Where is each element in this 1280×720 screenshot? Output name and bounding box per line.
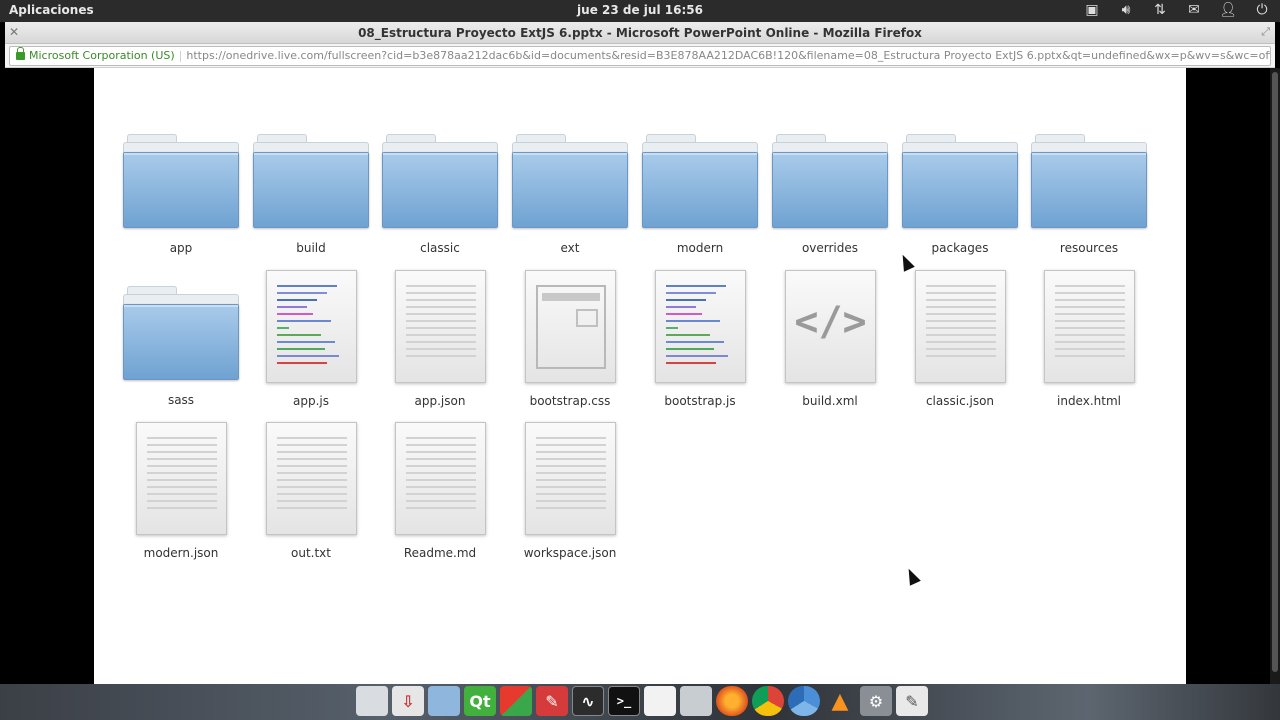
item-label: resources [1059, 241, 1119, 255]
file-readme-md[interactable]: Readme.md [375, 420, 505, 570]
system-top-panel: Aplicaciones jue 23 de jul 16:56 ▣ 🔊︎ ⇅ … [0, 0, 1280, 22]
presentation-slide: app build classic ext modern overrides p… [94, 68, 1186, 684]
folder-app[interactable]: app [116, 134, 246, 284]
code-file-icon [655, 270, 746, 383]
folder-icon [902, 134, 1018, 230]
code-file-icon [266, 270, 357, 383]
window-titlebar: ✕ 08_Estructura Proyecto ExtJS 6.pptx - … [5, 22, 1275, 44]
window-icon[interactable]: ▣ [1082, 2, 1102, 19]
folder-overrides[interactable]: overrides [765, 134, 895, 284]
lock-icon[interactable] [16, 47, 25, 60]
file-bootstrap-js[interactable]: bootstrap.js [635, 268, 765, 418]
chrome-icon[interactable] [752, 686, 784, 716]
site-identity[interactable]: Microsoft Corporation (US) [29, 49, 175, 62]
item-label: packages [931, 241, 989, 255]
folder-modern[interactable]: modern [635, 134, 765, 284]
qt-icon[interactable]: Qt [464, 686, 496, 716]
url-separator: | [178, 49, 183, 62]
file-workspace-json[interactable]: workspace.json [505, 420, 635, 570]
text-file-icon [136, 422, 227, 535]
window-title: 08_Estructura Proyecto ExtJS 6.pptx - Mi… [358, 26, 922, 40]
item-label: app.json [414, 394, 466, 408]
item-label: build.xml [802, 394, 858, 408]
folder-classic[interactable]: classic [375, 134, 505, 284]
item-label: Readme.md [403, 546, 477, 560]
design-icon[interactable]: ✎ [536, 686, 568, 716]
mouse-pointer-icon [903, 566, 921, 586]
system-tray: ▣ 🔊︎ ⇅ ✉ 👤︎ ⏻ [1082, 2, 1272, 19]
folder-resources[interactable]: resources [1024, 134, 1154, 284]
item-label: overrides [801, 241, 859, 255]
folder-ext[interactable]: ext [505, 134, 635, 284]
box-icon[interactable] [428, 686, 460, 716]
file-out-txt[interactable]: out.txt [246, 420, 376, 570]
text-file-icon [1044, 270, 1135, 383]
text-file-icon [266, 422, 357, 535]
file-index-html[interactable]: index.html [1024, 268, 1154, 418]
file-build-xml[interactable]: </> build.xml [765, 268, 895, 418]
item-label: classic.json [925, 394, 995, 408]
item-label: out.txt [291, 546, 331, 560]
text-file-icon [395, 270, 486, 383]
folder-icon [1031, 134, 1147, 230]
scrollbar-thumb[interactable] [1272, 72, 1278, 672]
navigation-bar: Microsoft Corporation (US) | https://onedr… [5, 44, 1275, 68]
item-label: bootstrap.css [529, 394, 611, 408]
url-field[interactable]: Microsoft Corporation (US) | https://onedr… [9, 46, 1271, 66]
folder-packages[interactable]: packages [895, 134, 1025, 284]
folder-icon [253, 134, 369, 230]
item-label: bootstrap.js [664, 394, 736, 408]
installer-icon[interactable]: ⇩ [392, 686, 424, 716]
item-label: modern [676, 241, 724, 255]
item-label: build [296, 241, 326, 255]
office-icon[interactable] [500, 686, 532, 716]
mail-icon[interactable]: ✉ [1184, 2, 1204, 19]
folder-icon[interactable] [680, 686, 712, 716]
file-app-json[interactable]: app.json [375, 268, 505, 418]
power-icon[interactable]: ⏻ [1252, 2, 1272, 19]
text-file-icon [525, 422, 616, 535]
folder-sass[interactable]: sass [116, 286, 246, 436]
monitor-icon[interactable]: ∿ [572, 686, 604, 716]
url-text[interactable]: https://onedrive.live.com/fullscreen?cid… [186, 49, 1270, 62]
folder-icon [382, 134, 498, 230]
css-file-icon [525, 270, 616, 383]
file-classic-json[interactable]: classic.json [895, 268, 1025, 418]
editor-icon[interactable]: ✎ [896, 686, 928, 716]
item-label: classic [420, 241, 460, 255]
volume-icon[interactable]: 🔊︎ [1116, 2, 1136, 19]
vlc-icon[interactable]: ▲ [824, 686, 856, 716]
item-label: sass [167, 393, 195, 407]
chromium-icon[interactable] [788, 686, 820, 716]
file-bootstrap-css[interactable]: bootstrap.css [505, 268, 635, 418]
file-app-js[interactable]: app.js [246, 268, 376, 418]
folder-build[interactable]: build [246, 134, 376, 284]
application-dock: ⇩ Qt ✎ ∿ >_ ▲ ⚙ ✎ [356, 686, 928, 716]
files-icon[interactable] [356, 686, 388, 716]
file-modern-json[interactable]: modern.json [116, 420, 246, 570]
item-label: modern.json [143, 546, 219, 560]
settings-icon[interactable]: ⚙ [860, 686, 892, 716]
network-icon[interactable]: ⇅ [1150, 2, 1170, 19]
folder-icon [123, 286, 239, 382]
folder-icon [642, 134, 758, 230]
text-file-icon [395, 422, 486, 535]
text-file-icon [915, 270, 1006, 383]
item-label: app.js [293, 394, 329, 408]
terminal-icon[interactable]: >_ [608, 686, 640, 716]
folder-icon [772, 134, 888, 230]
user-icon[interactable]: 👤︎ [1218, 2, 1238, 19]
folder-icon [123, 134, 239, 230]
item-label: ext [560, 241, 580, 255]
item-label: index.html [1057, 394, 1121, 408]
firefox-icon[interactable] [716, 686, 748, 716]
resize-icon[interactable]: ⤢ [1261, 25, 1270, 39]
xml-file-icon: </> [785, 270, 876, 383]
document-icon[interactable] [644, 686, 676, 716]
item-label: app [169, 241, 193, 255]
folder-icon [512, 134, 628, 230]
item-label: workspace.json [523, 546, 617, 560]
